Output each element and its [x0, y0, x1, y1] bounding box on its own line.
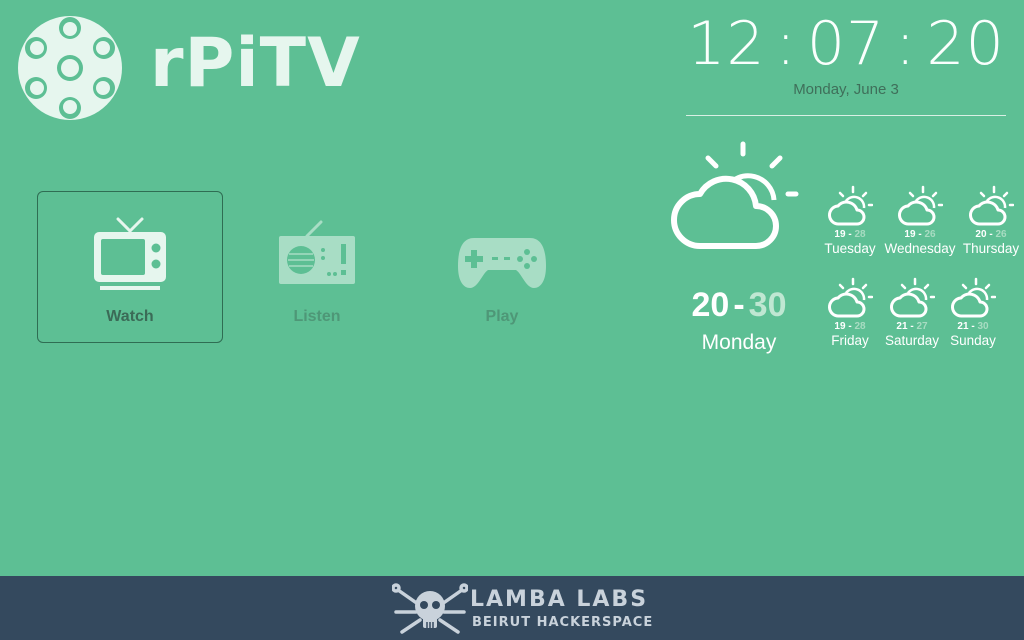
clock-hours: 12: [687, 9, 766, 79]
menu-label-listen: Listen: [293, 308, 341, 325]
clock: 12:07:20: [686, 14, 1006, 74]
forecast-low: 20: [975, 229, 987, 240]
temp-dash: -: [910, 321, 914, 332]
menu-item-listen[interactable]: Listen: [224, 191, 410, 343]
menu-label-play: Play: [485, 308, 519, 325]
today-high: 30: [748, 286, 787, 324]
footer-brand-subtitle: BEIRUT HACKERSPACE: [472, 615, 654, 630]
menu-item-play[interactable]: Play: [409, 191, 595, 343]
footer: LAMBA LABS BEIRUT HACKERSPACE: [0, 576, 1024, 640]
partly-cloudy-icon: [890, 277, 935, 318]
forecast-day: 19 - 28 Tuesday: [814, 184, 886, 256]
temp-dash: -: [848, 229, 852, 240]
partly-cloudy-icon: [951, 277, 996, 318]
temp-dash: -: [989, 229, 993, 240]
temp-dash: -: [733, 286, 745, 324]
date-label: Monday, June 3: [793, 81, 899, 98]
clock-separator: :: [895, 9, 917, 79]
forecast-low: 21: [896, 321, 908, 332]
partly-cloudy-icon: [671, 141, 799, 249]
forecast-day: 19 - 26 Wednesday: [884, 184, 956, 256]
app-title: rPiTV: [150, 24, 361, 103]
forecast-day-label: Sunday: [950, 333, 996, 348]
forecast-high: 26: [924, 229, 936, 240]
forecast-high: 28: [854, 321, 866, 332]
footer-brand-title: LAMBA LABS: [470, 587, 649, 612]
menu-item-watch[interactable]: Watch: [37, 191, 223, 343]
tv-icon: [94, 217, 166, 290]
today-temperature: 20-30: [674, 286, 804, 325]
temp-dash: -: [971, 321, 975, 332]
partly-cloudy-icon: [828, 185, 873, 226]
forecast-day-label: Thursday: [962, 241, 1020, 256]
forecast-low: 19: [834, 321, 846, 332]
forecast-day-label: Tuesday: [824, 241, 876, 256]
clock-minutes: 07: [806, 9, 886, 79]
partly-cloudy-icon: [969, 185, 1014, 226]
forecast-day: 21 - 30 Sunday: [937, 276, 1009, 348]
soccer-ball-icon: [18, 16, 122, 120]
forecast-low: 19: [904, 229, 916, 240]
forecast-high: 27: [916, 321, 928, 332]
forecast-low: 19: [834, 229, 846, 240]
gamepad-icon: [458, 238, 546, 288]
forecast-day: 20 - 26 Thursday: [955, 184, 1024, 256]
clock-separator: :: [775, 9, 797, 79]
forecast-day-label: Wednesday: [884, 241, 956, 256]
partly-cloudy-icon: [828, 277, 873, 318]
menu-label-watch: Watch: [106, 308, 154, 325]
divider: [686, 115, 1006, 116]
clock-seconds: 20: [926, 9, 1005, 79]
temp-dash: -: [848, 321, 852, 332]
forecast-high: 30: [977, 321, 989, 332]
lamba-labs-logo-icon: [392, 583, 468, 634]
partly-cloudy-icon: [898, 185, 943, 226]
today-low: 20: [691, 286, 730, 324]
forecast-high: 28: [854, 229, 866, 240]
today-day: Monday: [701, 331, 777, 354]
forecast-low: 21: [957, 321, 969, 332]
forecast-high: 26: [995, 229, 1007, 240]
radio-icon: [279, 220, 355, 284]
temp-dash: -: [918, 229, 922, 240]
